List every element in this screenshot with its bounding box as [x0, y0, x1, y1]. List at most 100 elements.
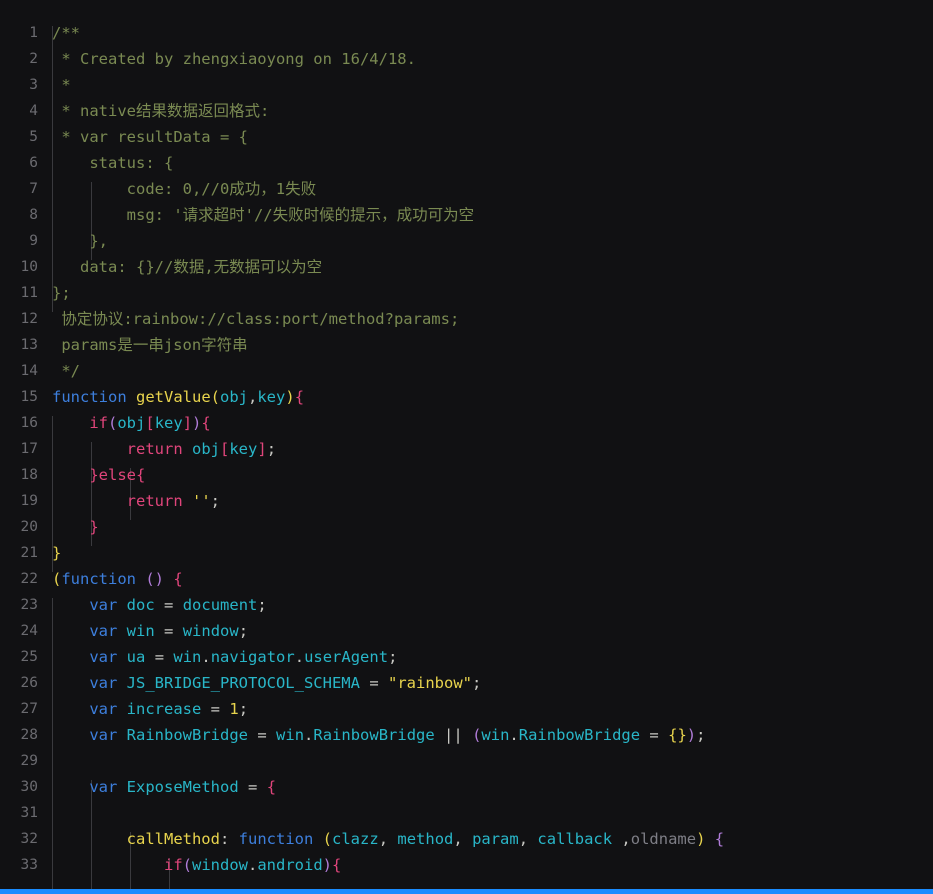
code-token: key [229, 440, 258, 458]
code-line[interactable]: 6 status: { [0, 150, 933, 176]
line-content[interactable]: }else{ [38, 462, 933, 488]
code-line[interactable]: 25 var ua = win.navigator.userAgent; [0, 644, 933, 670]
code-token: var [89, 726, 118, 744]
line-number: 13 [0, 332, 38, 358]
code-line[interactable]: 19 return ''; [0, 488, 933, 514]
line-content[interactable]: var ExposeMethod = { [38, 774, 933, 800]
code-line[interactable]: 1 /** [0, 20, 933, 46]
code-token: userAgent [304, 648, 389, 666]
line-content[interactable]: * var resultData = { [38, 124, 933, 150]
line-content[interactable]: status: { [38, 150, 933, 176]
code-token: || [444, 726, 463, 744]
code-line[interactable]: 18 }else{ [0, 462, 933, 488]
code-line[interactable]: 9 }, [0, 228, 933, 254]
code-token: clazz [332, 830, 379, 848]
code-line[interactable]: 3 * [0, 72, 933, 98]
code-token: , [453, 830, 463, 848]
code-line[interactable]: 29 [0, 748, 933, 774]
line-content[interactable]: if(window.android){ [38, 852, 933, 878]
code-line[interactable]: 15 function getValue(obj,key){ [0, 384, 933, 410]
line-content[interactable]: data: {}//数据,无数据可以为空 [38, 254, 933, 280]
code-token: 1 [229, 700, 239, 718]
line-content[interactable]: */ [38, 358, 933, 384]
line-content[interactable]: return obj[key]; [38, 436, 933, 462]
line-content[interactable]: var increase = 1; [38, 696, 933, 722]
code-line[interactable]: 24 var win = window; [0, 618, 933, 644]
code-token: . [248, 856, 258, 874]
code-token: /** [52, 24, 80, 42]
code-line[interactable]: 4 * native结果数据返回格式: [0, 98, 933, 124]
code-line[interactable]: 14 */ [0, 358, 933, 384]
line-content[interactable]: * Created by zhengxiaoyong on 16/4/18. [38, 46, 933, 72]
line-content[interactable]: var win = window; [38, 618, 933, 644]
code-token: key [257, 388, 286, 406]
line-content[interactable]: } [38, 514, 933, 540]
line-content[interactable]: callMethod: function (clazz, method, par… [38, 826, 933, 852]
line-content[interactable]: }; [38, 280, 933, 306]
code-editor[interactable]: 1 /** 2 * Created by zhengxiaoyong on 16/4… [0, 0, 933, 894]
line-content[interactable]: 协定协议:rainbow://class:port/method?params; [38, 306, 933, 332]
code-line[interactable]: 2 * Created by zhengxiaoyong on 16/4/18. [0, 46, 933, 72]
code-line[interactable]: 28 var RainbowBridge = win.RainbowBridge… [0, 722, 933, 748]
line-number: 33 [0, 852, 38, 878]
code-line[interactable]: 20 } [0, 514, 933, 540]
code-lines-container[interactable]: 1 /** 2 * Created by zhengxiaoyong on 16/4… [0, 20, 933, 878]
code-line[interactable]: 16 if(obj[key]){ [0, 410, 933, 436]
line-content[interactable]: var doc = document; [38, 592, 933, 618]
code-line[interactable]: 8 msg: '请求超时'//失败时候的提示，成功可为空 [0, 202, 933, 228]
line-content[interactable]: return ''; [38, 488, 933, 514]
code-token: obj [220, 388, 248, 406]
code-line[interactable]: 31 [0, 800, 933, 826]
code-token: window [182, 622, 239, 640]
code-line[interactable]: 33 if(window.android){ [0, 852, 933, 878]
line-content[interactable]: }, [38, 228, 933, 254]
line-content[interactable]: params是一串json字符串 [38, 332, 933, 358]
code-token: window [192, 856, 248, 874]
line-content[interactable]: if(obj[key]){ [38, 410, 933, 436]
code-line[interactable]: 22 (function () { [0, 566, 933, 592]
code-line[interactable]: 26 var JS_BRIDGE_PROTOCOL_SCHEMA = "rain… [0, 670, 933, 696]
code-line[interactable]: 10 data: {}//数据,无数据可以为空 [0, 254, 933, 280]
code-token: win [126, 622, 155, 640]
code-line[interactable]: 32 callMethod: function (clazz, method, … [0, 826, 933, 852]
code-token: ( [52, 570, 62, 588]
line-content[interactable]: (function () { [38, 566, 933, 592]
line-content[interactable]: * native结果数据返回格式: [38, 98, 933, 124]
code-line[interactable]: 17 return obj[key]; [0, 436, 933, 462]
code-token: var [89, 622, 118, 640]
code-token: ] [257, 440, 267, 458]
code-line[interactable]: 23 var doc = document; [0, 592, 933, 618]
line-content[interactable]: /** [38, 20, 933, 46]
code-line[interactable]: 12 协定协议:rainbow://class:port/method?para… [0, 306, 933, 332]
line-content[interactable]: msg: '请求超时'//失败时候的提示，成功可为空 [38, 202, 933, 228]
line-number: 9 [0, 228, 38, 254]
code-line[interactable]: 30 var ExposeMethod = { [0, 774, 933, 800]
line-content[interactable]: var ua = win.navigator.userAgent; [38, 644, 933, 670]
horizontal-scrollbar[interactable] [0, 889, 933, 894]
line-content[interactable]: } [38, 540, 933, 566]
code-line[interactable]: 27 var increase = 1; [0, 696, 933, 722]
line-content[interactable]: var JS_BRIDGE_PROTOCOL_SCHEMA = "rainbow… [38, 670, 933, 696]
code-line[interactable]: 13 params是一串json字符串 [0, 332, 933, 358]
code-line[interactable]: 5 * var resultData = { [0, 124, 933, 150]
line-content[interactable]: function getValue(obj,key){ [38, 384, 933, 410]
code-token: }, [52, 232, 108, 250]
line-content[interactable]: * [38, 72, 933, 98]
code-line[interactable]: 11}; [0, 280, 933, 306]
line-content[interactable]: var RainbowBridge = win.RainbowBridge ||… [38, 722, 933, 748]
code-token: param [472, 830, 519, 848]
code-token: ( [472, 726, 482, 744]
code-token: win [173, 648, 202, 666]
code-token: RainbowBridge [126, 726, 248, 744]
code-line[interactable]: 7 code: 0,//0成功，1失败 [0, 176, 933, 202]
line-content[interactable]: code: 0,//0成功，1失败 [38, 176, 933, 202]
code-line[interactable]: 21} [0, 540, 933, 566]
